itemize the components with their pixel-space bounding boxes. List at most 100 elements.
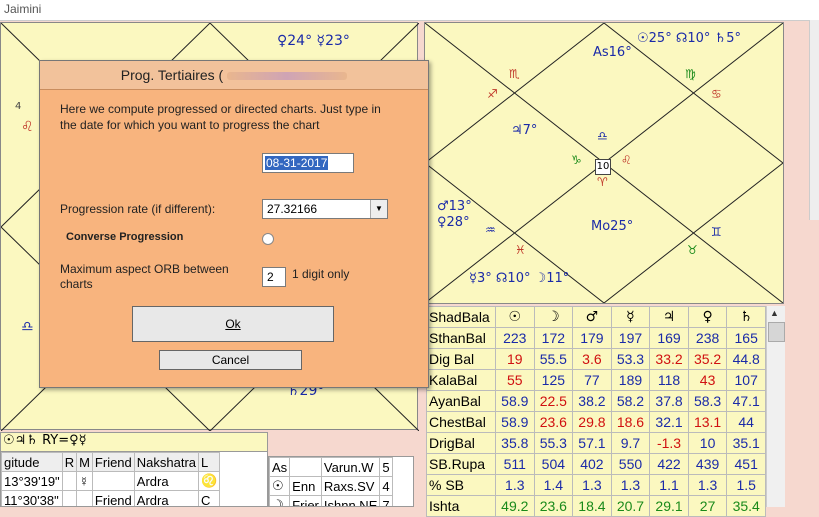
- shadbala-row-label: KalaBal: [426, 369, 496, 391]
- karaka-table-cell: Enn: [289, 476, 322, 496]
- shadbala-row-label: SB.Rupa: [426, 453, 496, 475]
- planet-table-cell: [91, 471, 135, 491]
- shadbala-value-cell: 1.5: [726, 474, 766, 496]
- house-number-box: 10: [595, 159, 611, 175]
- shadbala-value-cell: 125: [533, 369, 574, 391]
- karaka-table-cell: Raxs.SV: [320, 476, 381, 496]
- shadbala-value-cell: 55.3: [533, 432, 574, 454]
- orb-input[interactable]: 2: [262, 267, 286, 287]
- right-chart-top-line: ☉25° ☊10° ♄5°: [637, 31, 741, 46]
- capricorn-icon: ♑: [571, 153, 582, 167]
- converse-progression-radio[interactable]: [262, 233, 274, 245]
- karaka-table-cell: 4: [379, 476, 393, 496]
- shadbala-row: DrigBal 35.8 55.3 57.1 9.7 -1.3 10 35.1: [426, 432, 766, 454]
- right-chart: ☉25° ☊10° ♄5° As16° ♏ ♍ ♐ ♋ ♃7° ♎ ♑ 10 ♌…: [424, 22, 784, 304]
- right-chart-mars: ♂13°: [437, 199, 472, 214]
- shadbala-value-cell: 223: [495, 327, 535, 349]
- scroll-up-icon[interactable]: ▲: [770, 308, 779, 318]
- shadbala-row: AyanBal 58.9 22.5 38.2 58.2 37.8 58.3 47.1: [426, 390, 766, 412]
- shadbala-value-cell: 29.8: [572, 411, 612, 433]
- planet-table-header-cell: R: [61, 452, 78, 472]
- shadbala-scrollbar[interactable]: ▲: [766, 306, 785, 507]
- shadbala-value-cell: 44.8: [726, 348, 766, 370]
- karaka-table-row[interactable]: As Varun.W 5: [269, 457, 393, 477]
- shadbala-value-cell: 1.3: [610, 474, 651, 496]
- window-titlebar: Jaimini: [0, 0, 819, 21]
- right-vertical-scrollbar[interactable]: [809, 20, 819, 220]
- shadbala-value-cell: 439: [687, 453, 728, 475]
- planet-table-row[interactable]: 11°30'38" Friend Ardra C: [1, 490, 221, 506]
- karaka-table-cell: Varun.W: [320, 457, 381, 477]
- shadbala-value-cell: 55: [495, 369, 535, 391]
- shadbala-value-cell: -1.3: [649, 432, 689, 454]
- shadbala-value-cell: 44: [726, 411, 766, 433]
- planet-table-cell: 13°39'19": [1, 471, 63, 491]
- planet-table-cell: ♌: [198, 471, 221, 491]
- shadbala-value-cell: 107: [726, 369, 766, 391]
- shadbala-value-cell: 35.4: [726, 495, 766, 517]
- shadbala-row: KalaBal 55 125 77 189 118 43 107: [426, 369, 766, 391]
- left-chart-top-positions: ♀24° ☿23°: [277, 33, 350, 49]
- planet-table-cell: [61, 490, 78, 506]
- shadbala-value-cell: 13.1: [687, 411, 728, 433]
- shadbala-value-cell: 238: [687, 327, 728, 349]
- planet-header-cell: ☉: [495, 306, 535, 328]
- planet-table-header-cell: Friend: [91, 452, 135, 472]
- shadbala-value-cell: 77: [572, 369, 612, 391]
- shadbala-value-cell: 172: [533, 327, 574, 349]
- karaka-table-row[interactable]: ☽ Frier Ishnn.NE 7: [269, 495, 393, 506]
- karaka-table-row[interactable]: ☉ Enn Raxs.SV 4: [269, 476, 393, 496]
- cancel-button[interactable]: Cancel: [159, 350, 302, 370]
- shadbala-value-cell: 35.1: [726, 432, 766, 454]
- converse-progression-label: Converse Progression: [66, 231, 184, 243]
- karaka-table-cell: Ishnn.NE: [320, 495, 381, 506]
- planet-table-header-cell: L: [198, 452, 221, 472]
- planet-table-header-cell: M: [76, 452, 93, 472]
- planet-table-header-cell: gitude: [1, 452, 63, 472]
- date-value: 08-31-2017: [265, 156, 329, 170]
- planet-details-table: gitude R M Friend Nakshatra L 13°39'19" ☿ Ardra ♌…: [1, 452, 221, 506]
- libra-icon: ♎: [21, 319, 34, 335]
- sagittarius-icon: ♐: [487, 87, 498, 101]
- progression-rate-select[interactable]: 27.32166 ▼: [262, 199, 388, 219]
- shadbala-row: SthanBal 223 172 179 197 169 238 165: [426, 327, 766, 349]
- shadbala-value-cell: 504: [533, 453, 574, 475]
- planet-header-cell: ♃: [649, 306, 689, 328]
- shadbala-row-label: ChestBal: [426, 411, 496, 433]
- shadbala-value-cell: 38.2: [572, 390, 612, 412]
- shadbala-value-cell: 43: [687, 369, 728, 391]
- planet-table-cell: Ardra: [133, 490, 200, 506]
- shadbala-value-cell: 58.2: [610, 390, 651, 412]
- planet-table-cell: ☿: [76, 471, 93, 491]
- karaka-table-cell: ☽: [269, 495, 291, 506]
- shadbala-row: Ishta 49.2 23.6 18.4 20.7 29.1 27 35.4: [426, 495, 766, 517]
- planet-table-cell: C: [198, 490, 221, 506]
- aries-icon: ♈: [597, 175, 608, 189]
- shadbala-table: ShadBala ☉ ☽ ♂ ☿ ♃ ♀ ♄ SthanBal 223 172 179 197 169 23…: [426, 306, 766, 517]
- window-title: Jaimini: [4, 2, 42, 16]
- shadbala-value-cell: 35.2: [687, 348, 728, 370]
- planet-table-cell: [61, 471, 78, 491]
- shadbala-value-cell: 18.4: [572, 495, 612, 517]
- shadbala-value-cell: 3.6: [572, 348, 612, 370]
- ok-button[interactable]: Ok: [132, 306, 334, 342]
- dialog-title: Prog. Tertiaires (: [120, 67, 224, 83]
- planet-header-cell: ♀: [687, 306, 728, 328]
- planet-table-row[interactable]: 13°39'19" ☿ Ardra ♌: [1, 471, 221, 491]
- shadbala-value-cell: 118: [649, 369, 689, 391]
- progression-date-input[interactable]: 08-31-2017: [262, 153, 354, 173]
- left-chart-house-4: 4: [15, 101, 22, 112]
- shadbala-value-cell: 18.6: [610, 411, 651, 433]
- karaka-table-cell: As: [269, 457, 291, 477]
- dropdown-arrow-icon[interactable]: ▼: [370, 200, 387, 218]
- shadbala-header-row: ShadBala ☉ ☽ ♂ ☿ ♃ ♀ ♄: [426, 306, 766, 328]
- shadbala-row: % SB 1.3 1.4 1.3 1.3 1.1 1.3 1.5: [426, 474, 766, 496]
- shadbala-corner-label: ShadBala: [426, 306, 496, 328]
- shadbala-row-label: AyanBal: [426, 390, 496, 412]
- planet-table: ☉♃♄ RY=♀☿ gitude R M Friend Nakshatra L 13°39'…: [0, 432, 268, 507]
- karaka-table: As Varun.W 5 ☉ Enn Raxs.SV 4 ☽ Frier Ishnn.NE 7: [268, 456, 414, 507]
- shadbala-row-label: SthanBal: [426, 327, 496, 349]
- scroll-thumb[interactable]: [768, 322, 785, 342]
- orb-label: Maximum aspect ORB between charts: [60, 262, 229, 291]
- planet-symbols-line: ☉♃♄ RY=♀☿: [1, 433, 267, 452]
